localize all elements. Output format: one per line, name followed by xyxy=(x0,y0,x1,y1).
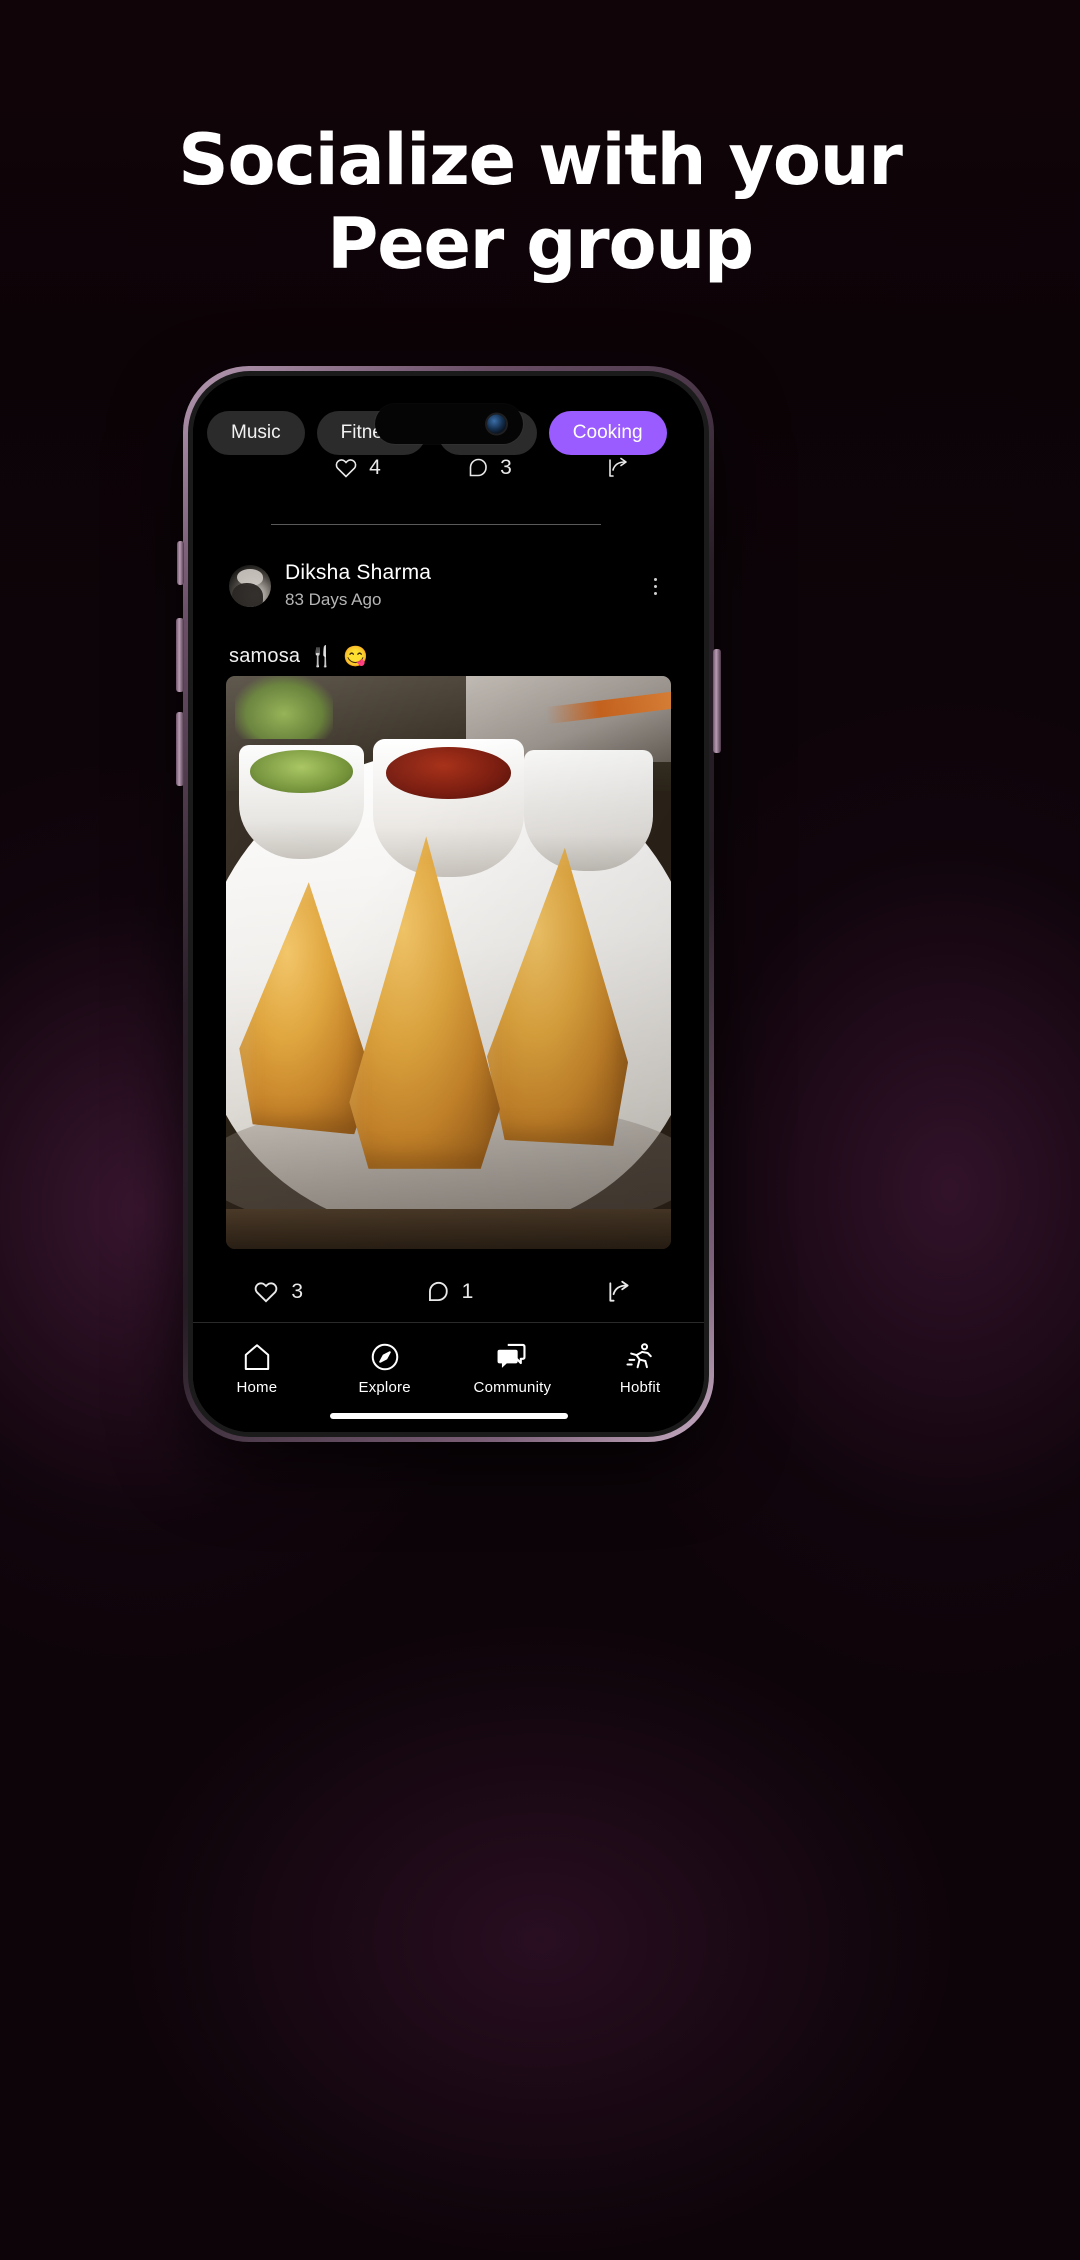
comment-bubble-icon xyxy=(465,456,489,480)
background-glow-bottom xyxy=(120,1620,960,2260)
fork-knife-icon: 🍴 xyxy=(309,646,335,668)
page-headline: Socialize with your Peer group xyxy=(0,118,1080,286)
post-divider xyxy=(271,524,601,525)
previous-post-actions: 4 3 xyxy=(193,456,704,480)
share-icon xyxy=(606,1279,632,1305)
phone-power-button[interactable] xyxy=(713,649,721,753)
post-like-button[interactable]: 3 xyxy=(193,1279,363,1305)
headline-line-1: Socialize with your xyxy=(178,119,903,201)
nav-label-explore: Explore xyxy=(358,1379,411,1396)
phone-volume-down-button[interactable] xyxy=(176,712,184,786)
kebab-menu-icon[interactable] xyxy=(642,577,668,595)
home-indicator xyxy=(329,1413,568,1419)
post-author-meta: Diksha Sharma 83 Days Ago xyxy=(285,560,642,612)
post-timestamp: 83 Days Ago xyxy=(285,590,382,609)
nav-label-hobfit: Hobfit xyxy=(619,1379,661,1396)
home-icon xyxy=(241,1337,273,1373)
compass-icon xyxy=(369,1337,401,1373)
phone-mockup: 4 3 Diksha Sharma 83 Days Ago samosa 🍴 😋… xyxy=(176,366,721,1442)
post-share-button[interactable] xyxy=(534,1279,704,1305)
phone-bezel: 4 3 Diksha Sharma 83 Days Ago samosa 🍴 😋… xyxy=(188,371,709,1437)
share-icon xyxy=(606,456,630,480)
nav-label-home: Home xyxy=(236,1379,278,1396)
previous-post-comment-button[interactable]: 3 xyxy=(444,456,533,480)
nav-item-home[interactable]: Home xyxy=(193,1337,321,1396)
post-actions: 3 1 xyxy=(193,1279,704,1305)
previous-post-share-button[interactable] xyxy=(573,456,662,480)
phone-screen: 4 3 Diksha Sharma 83 Days Ago samosa 🍴 😋… xyxy=(193,376,704,1432)
previous-post-comment-count: 3 xyxy=(500,456,512,479)
previous-post-like-button[interactable]: 4 xyxy=(313,456,402,480)
photo-glare xyxy=(226,676,671,1249)
dynamic-island xyxy=(374,404,523,444)
category-pill-music[interactable]: Music xyxy=(207,411,305,455)
post-like-count: 3 xyxy=(291,1280,303,1303)
savoring-face-icon: 😋 xyxy=(343,646,369,668)
post-header: Diksha Sharma 83 Days Ago xyxy=(229,560,668,612)
post-caption: samosa 🍴 😋 xyxy=(229,644,368,669)
nav-item-explore[interactable]: Explore xyxy=(321,1337,449,1396)
community-feed[interactable]: 4 3 Diksha Sharma 83 Days Ago samosa 🍴 😋… xyxy=(193,376,704,1432)
heart-icon xyxy=(253,1279,279,1305)
previous-post-like-count: 4 xyxy=(369,456,381,479)
post-caption-text: samosa xyxy=(229,645,301,667)
post-author-name[interactable]: Diksha Sharma xyxy=(285,560,642,586)
comment-bubble-icon xyxy=(424,1279,450,1305)
post-image[interactable] xyxy=(226,676,671,1249)
phone-volume-up-button[interactable] xyxy=(176,618,184,692)
heart-icon xyxy=(334,456,358,480)
community-icon xyxy=(495,1337,529,1373)
category-pill-cooking[interactable]: Cooking xyxy=(548,411,667,455)
headline-line-2: Peer group xyxy=(327,203,754,285)
nav-item-community[interactable]: Community xyxy=(449,1337,577,1396)
post-comment-count: 1 xyxy=(461,1280,474,1303)
front-camera-icon xyxy=(486,414,506,434)
nav-label-community: Community xyxy=(473,1379,552,1396)
post-comment-button[interactable]: 1 xyxy=(363,1279,533,1305)
phone-mute-button[interactable] xyxy=(177,541,184,585)
avatar[interactable] xyxy=(229,565,271,607)
hobfit-icon xyxy=(624,1337,656,1373)
nav-item-hobfit[interactable]: Hobfit xyxy=(576,1337,704,1396)
